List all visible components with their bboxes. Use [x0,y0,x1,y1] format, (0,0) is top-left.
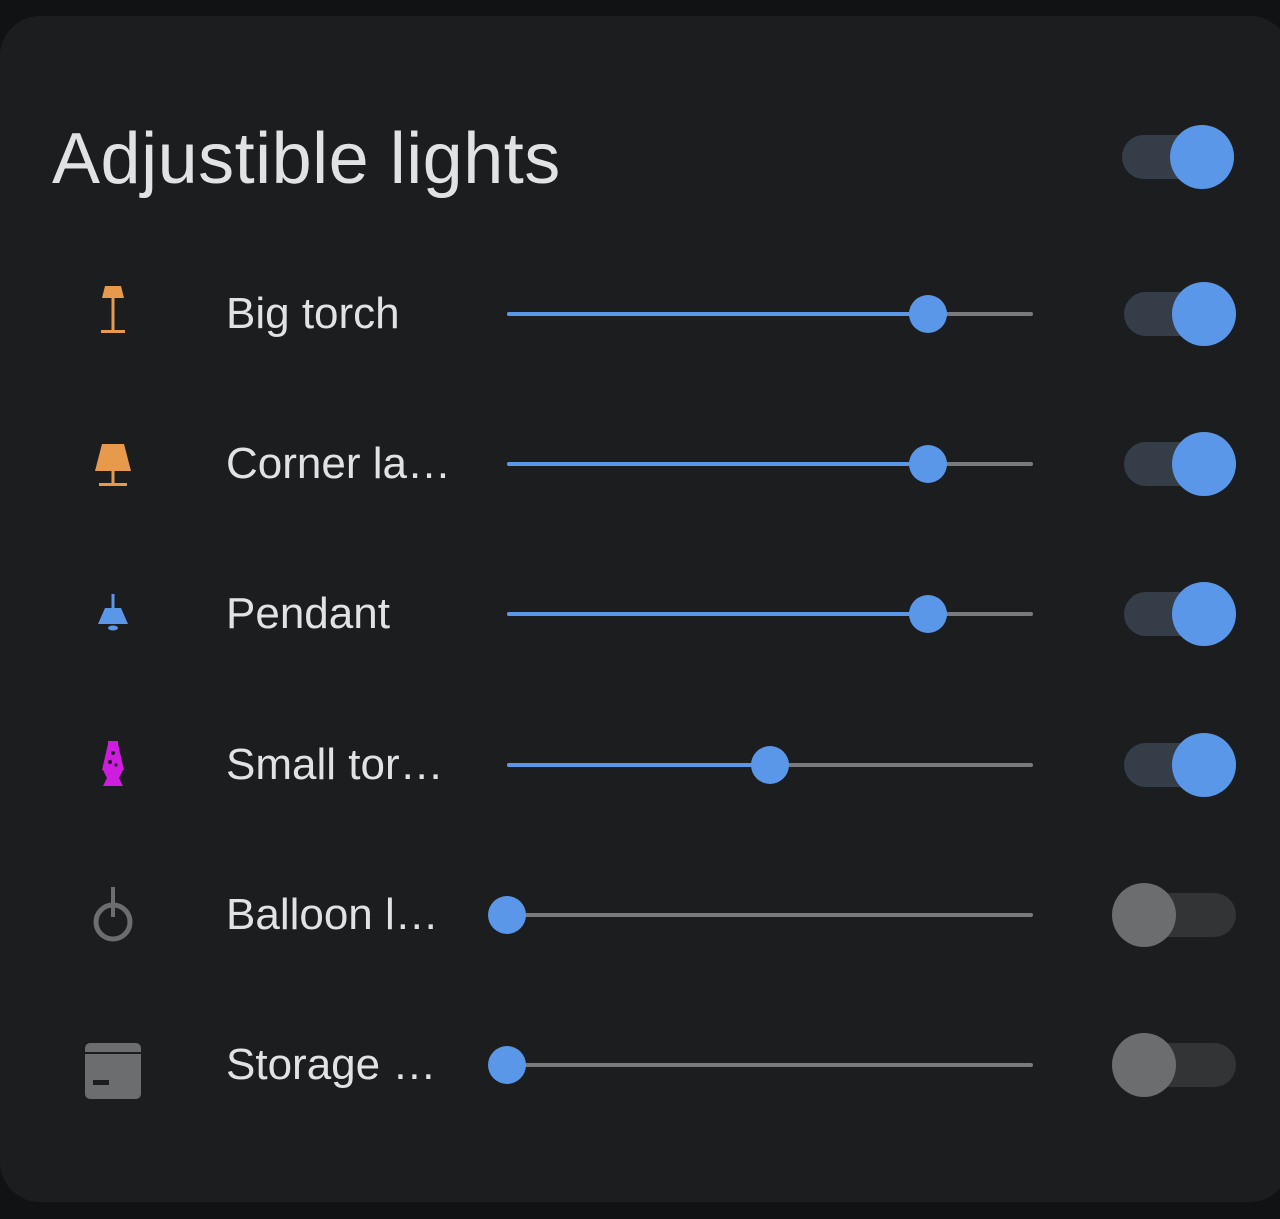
toggle-knob [1172,733,1236,797]
table-lamp-icon[interactable] [73,424,153,504]
light-toggle[interactable] [1112,1033,1236,1097]
toggle-knob [1112,1033,1176,1097]
light-name[interactable]: Corner la… [226,436,451,492]
light-row: Big torch [0,269,1280,359]
light-name[interactable]: Big torch [226,286,400,342]
floor-lamp-icon[interactable] [73,274,153,354]
light-toggle[interactable] [1124,582,1236,646]
light-name[interactable]: Balloon l… [226,887,439,943]
light-name[interactable]: Small tor… [226,737,444,793]
slider-rail [507,1063,1033,1067]
brightness-slider[interactable] [507,295,1033,333]
light-toggle[interactable] [1124,733,1236,797]
brightness-slider[interactable] [488,1046,1033,1084]
light-name[interactable]: Storage … [226,1037,436,1093]
slider-thumb[interactable] [909,595,947,633]
slider-fill [507,612,928,616]
brightness-slider[interactable] [507,445,1033,483]
slider-thumb[interactable] [909,445,947,483]
toggle-knob [1172,282,1236,346]
slider-fill [507,763,770,767]
light-row: Pendant [0,569,1280,659]
brightness-slider[interactable] [488,896,1033,934]
slider-thumb[interactable] [751,746,789,784]
light-row: Storage … [0,1020,1280,1110]
slider-thumb[interactable] [909,295,947,333]
light-toggle[interactable] [1112,883,1236,947]
ceiling-light-icon[interactable] [73,574,153,654]
light-name[interactable]: Pendant [226,586,390,642]
light-toggle[interactable] [1124,282,1236,346]
toggle-knob [1112,883,1176,947]
toggle-knob [1172,582,1236,646]
slider-fill [507,312,928,316]
card-title: Adjustible lights [52,119,561,199]
brightness-slider[interactable] [507,746,1033,784]
lava-lamp-icon[interactable] [73,725,153,805]
storage-box-icon[interactable] [73,1025,153,1105]
slider-thumb[interactable] [488,1046,526,1084]
pendant-ring-icon[interactable] [73,875,153,955]
toggle-knob [1170,125,1234,189]
toggle-knob [1172,432,1236,496]
light-row: Corner la… [0,419,1280,509]
slider-thumb[interactable] [488,896,526,934]
master-toggle[interactable] [1122,125,1234,189]
light-toggle[interactable] [1124,432,1236,496]
light-row: Small tor… [0,720,1280,810]
slider-rail [507,913,1033,917]
light-row: Balloon l… [0,870,1280,960]
brightness-slider[interactable] [507,595,1033,633]
slider-fill [507,462,928,466]
